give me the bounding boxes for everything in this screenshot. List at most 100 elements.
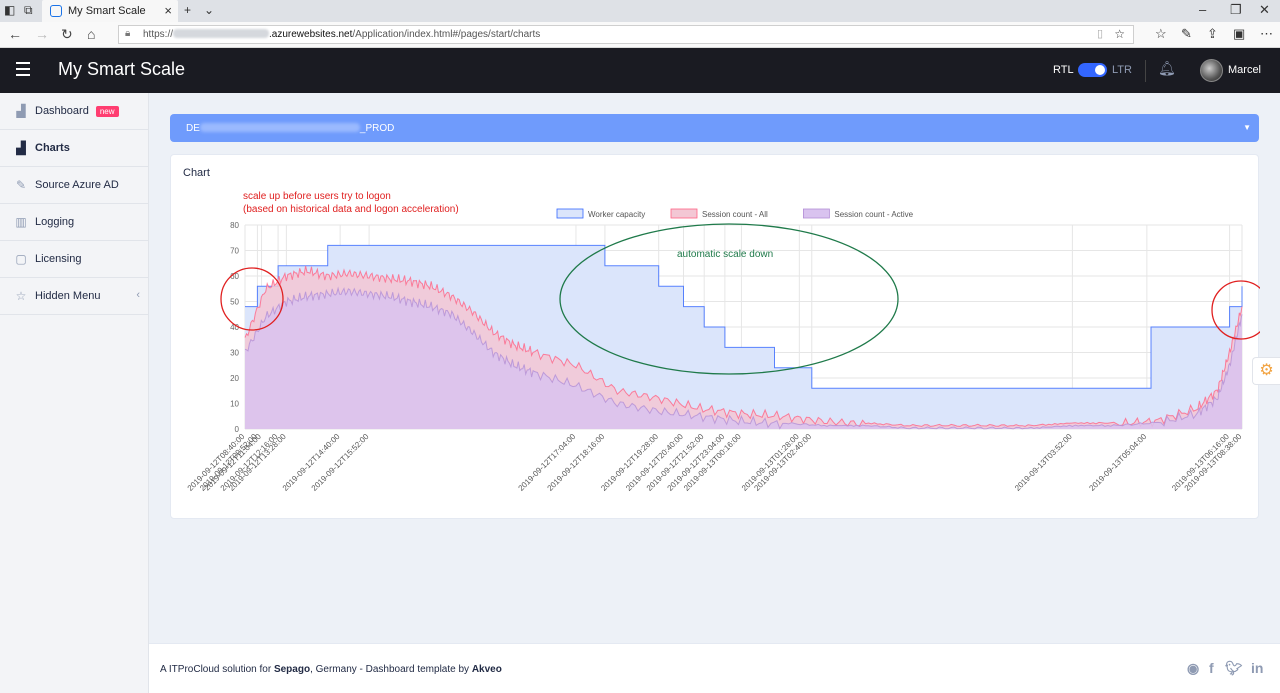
scale-up-annotation-line2: (based on historical data and logon acce…: [243, 204, 459, 215]
legend-swatch: [670, 208, 698, 219]
legend-label: Worker capacity: [588, 210, 645, 219]
bell-icon[interactable]: 🔔︎: [1158, 60, 1176, 77]
forward-icon[interactable]: →: [35, 26, 49, 42]
direction-toggle[interactable]: [1078, 63, 1107, 77]
shopping-bag-icon: ▢: [15, 252, 27, 266]
app-title[interactable]: My Smart Scale: [58, 59, 185, 80]
x-tick-label: 2019-09-12T18:16:00: [546, 432, 607, 493]
legend-swatch: [803, 208, 830, 219]
url-prefix: https://: [143, 29, 174, 40]
area-chart: 010203040506070802019-09-12T08:40:002019…: [186, 191, 1260, 493]
tab-list-chevron-icon[interactable]: ⌄: [204, 3, 214, 17]
sidebar-item-dashboard[interactable]: ▟ Dashboard new: [0, 93, 148, 130]
y-tick-label: 70: [230, 247, 239, 256]
user-name[interactable]: Marcel: [1228, 64, 1261, 76]
more-icon[interactable]: ⋯: [1260, 26, 1273, 42]
pen-icon[interactable]: ✎: [1181, 26, 1192, 42]
sidebar-item-label: Dashboard: [35, 105, 89, 117]
favorites-icon[interactable]: ☆: [1155, 26, 1167, 42]
footer-sepago[interactable]: Sepago: [274, 664, 310, 675]
refresh-icon[interactable]: ↻: [61, 26, 73, 43]
x-tick-label: 2019-09-13T01:28:00: [740, 432, 801, 493]
chevron-down-icon: ▼: [1243, 123, 1251, 132]
url-host: .azurewebsites.net: [269, 29, 353, 40]
app-header: My Smart Scale RTL LTR 🔔︎ Marcel: [0, 48, 1280, 93]
settings-gear-icon[interactable]: ⚙: [1252, 357, 1280, 385]
twitter-icon[interactable]: 🐦︎: [1225, 660, 1243, 677]
chart-card: Chart 0 10 20 30 40 50 60 70 80 2019-09-12T08:40:…: [170, 154, 1260, 519]
url-input[interactable]: 🔒︎ https:// .azurewebsites.net/Applicatio…: [118, 25, 1134, 44]
scale-up-annotation-line1: scale up before users try to logon: [243, 191, 391, 202]
tab-actions-icon[interactable]: ◧: [4, 3, 15, 17]
github-icon[interactable]: ◉: [1187, 660, 1199, 677]
sidebar-item-hidden-menu[interactable]: ☆ Hidden Menu ‹: [0, 278, 148, 315]
menu-toggle-icon[interactable]: [16, 62, 30, 80]
sidebar-item-label: Hidden Menu: [35, 290, 101, 302]
reading-view-icon[interactable]: ▯: [1097, 27, 1103, 40]
share-icon[interactable]: ⇪: [1207, 26, 1218, 42]
legend-label: Session count - Active: [834, 210, 913, 219]
y-tick-label: 50: [230, 298, 239, 307]
select-value-redacted: [199, 123, 360, 132]
linkedin-icon[interactable]: in: [1251, 660, 1263, 676]
favorite-star-icon[interactable]: ☆: [1114, 27, 1125, 41]
tab-title: My Smart Scale: [68, 5, 146, 17]
footer-part-2: , Germany - Dashboard template by: [310, 664, 472, 675]
minimize-icon[interactable]: –: [1199, 2, 1206, 17]
y-tick-label: 10: [230, 400, 239, 409]
close-tab-icon[interactable]: ×: [164, 3, 172, 18]
sidebar-item-charts[interactable]: ▟ Charts: [0, 130, 148, 167]
chart-icon: ▟: [16, 104, 26, 118]
lock-icon: 🔒︎: [125, 28, 131, 39]
sidebar-item-label: Charts: [35, 142, 70, 154]
facebook-icon[interactable]: f: [1209, 660, 1214, 676]
footer-part-1: A ITProCloud solution for: [160, 664, 274, 675]
restore-icon[interactable]: ❐: [1230, 2, 1242, 18]
home-icon[interactable]: ⌂: [87, 26, 95, 42]
new-badge: new: [95, 105, 119, 117]
footer-akveo[interactable]: Akveo: [472, 664, 502, 675]
legend-label: Session count - All: [702, 210, 768, 219]
browser-tab[interactable]: My Smart Scale ×: [42, 0, 178, 22]
close-window-icon[interactable]: ✕: [1259, 2, 1270, 18]
footer-text: A ITProCloud solution for Sepago, German…: [160, 664, 502, 675]
browser-tab-bar: ◧ ⧉ My Smart Scale × + ⌄ – ❐ ✕: [0, 0, 1280, 22]
back-icon[interactable]: ←: [8, 26, 22, 42]
scale-down-annotation: automatic scale down: [677, 249, 773, 260]
header-divider: [1145, 60, 1146, 82]
x-tick-label: 2019-09-13T06:16:00: [1170, 432, 1231, 493]
avatar[interactable]: [1200, 59, 1223, 82]
star-icon: ☆: [15, 289, 27, 303]
footer: A ITProCloud solution for Sepago, German…: [149, 643, 1280, 693]
chevron-left-icon: ‹: [136, 289, 140, 301]
select-value-prefix: DE: [186, 123, 200, 134]
tabs-aside-icon[interactable]: ⧉: [24, 3, 33, 18]
x-tick-label: 2019-09-13T03:52:00: [1013, 432, 1074, 493]
y-tick-label: 80: [230, 221, 239, 230]
new-tab-icon[interactable]: +: [184, 3, 191, 17]
x-tick-label: 2019-09-13T08:38:00: [1183, 432, 1244, 493]
url-redacted: [173, 29, 270, 38]
cloud-favicon-icon: [50, 5, 62, 17]
y-tick-label: 30: [230, 349, 239, 358]
url-path: /Application/index.html#/pages/start/cha…: [352, 29, 541, 40]
x-tick-label: 2019-09-12T15:52:00: [310, 432, 371, 493]
sidebar-item-logging[interactable]: ▥ Logging: [0, 204, 148, 241]
chart-icon: ▟: [16, 141, 26, 155]
extension-icon[interactable]: ▣: [1233, 26, 1245, 42]
sidebar-item-label: Source Azure AD: [35, 179, 119, 191]
x-tick-label: 2019-09-13T02:40:00: [752, 432, 813, 493]
select-value-suffix: _PROD: [359, 123, 395, 134]
ltr-label: LTR: [1112, 64, 1132, 76]
legend-swatch: [556, 208, 584, 219]
x-tick-label: 2019-09-13T05:04:00: [1087, 432, 1148, 493]
sidebar-item-label: Licensing: [35, 253, 82, 265]
y-tick-label: 20: [230, 374, 239, 383]
sidebar-item-licensing[interactable]: ▢ Licensing: [0, 241, 148, 278]
address-bar-row: ← → ↻ ⌂ 🔒︎ https:// .azurewebsites.net/Ap…: [0, 22, 1280, 48]
columns-icon: ▥: [15, 215, 27, 229]
edit-icon: ✎: [15, 178, 27, 192]
tenant-select[interactable]: DE _PROD ▼: [170, 114, 1259, 142]
sidebar: ▟ Dashboard new ▟ Charts ✎ Source Azure …: [0, 93, 149, 693]
sidebar-item-source-azure-ad[interactable]: ✎ Source Azure AD: [0, 167, 148, 204]
